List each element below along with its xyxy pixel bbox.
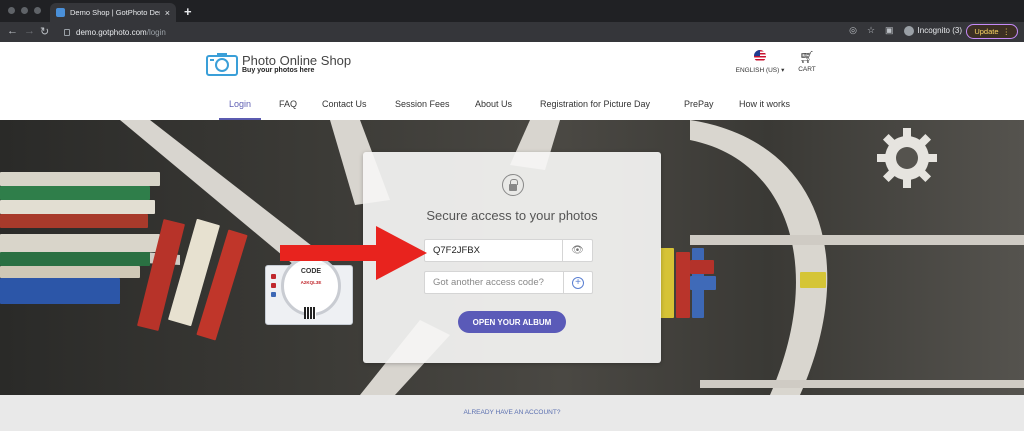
qr-code-icon: [304, 307, 316, 319]
favicon-icon: [56, 8, 65, 17]
login-heading: Secure access to your photos: [426, 208, 598, 223]
access-code-value[interactable]: Q7F2JFBX: [425, 245, 562, 256]
nav-item-registration[interactable]: Registration for Picture Day: [540, 99, 650, 120]
site-header: Photo Online Shop Buy your photos here E…: [0, 42, 1024, 120]
camera-logo-icon: [206, 53, 238, 76]
access-code-field[interactable]: Q7F2JFBX 👁︎: [424, 239, 593, 262]
nav-item-contact-us[interactable]: Contact Us: [322, 99, 367, 120]
us-flag-icon: [754, 50, 766, 62]
book: [676, 252, 690, 318]
browser-tab-bar: Demo Shop | GotPhoto Demo S × +: [0, 0, 1024, 22]
card-badge-icon: [271, 292, 276, 297]
red-arrow-annotation: [280, 226, 427, 280]
url-path: /login: [146, 27, 166, 37]
show-password-eye-icon[interactable]: 👁︎: [562, 240, 592, 261]
site-logo[interactable]: Photo Online Shop Buy your photos here: [206, 52, 351, 76]
book: [0, 200, 155, 214]
update-label: Update: [974, 27, 999, 36]
padlock-icon: [502, 174, 524, 196]
already-have-account-link[interactable]: ALREADY HAVE AN ACCOUNT?: [0, 409, 1024, 416]
cart-label: CART: [798, 66, 816, 73]
book: [0, 234, 160, 252]
url-host: demo.gotphoto.com: [76, 27, 147, 37]
book: [0, 252, 150, 266]
close-tab-icon[interactable]: ×: [165, 8, 170, 18]
browser-tab[interactable]: Demo Shop | GotPhoto Demo S ×: [50, 3, 176, 22]
sidebar-icon[interactable]: ▣: [885, 25, 894, 36]
open-album-button[interactable]: OPEN YOUR ALBUM: [458, 311, 566, 333]
back-arrow-icon[interactable]: ←: [7, 25, 18, 37]
incognito-avatar-icon: [903, 25, 914, 36]
nav-item-about-us[interactable]: About Us: [475, 99, 512, 120]
browser-toolbar: ← → ↻ demo.gotphoto.com/login ◎ ☆ ▣ Inco…: [0, 22, 1024, 42]
plus-circle-icon: +: [572, 276, 584, 289]
language-label: ENGLISH (US) ▾: [735, 67, 785, 74]
nav-item-login[interactable]: Login: [218, 99, 262, 120]
eye-slash-icon[interactable]: ◎: [849, 25, 857, 36]
lock-icon: [64, 29, 70, 36]
tab-title: Demo Shop | GotPhoto Demo S: [70, 8, 160, 17]
close-window-dot[interactable]: [8, 7, 15, 14]
card-badge-icon: [271, 283, 276, 288]
forward-arrow-icon[interactable]: →: [24, 25, 35, 37]
nav-item-how-it-works[interactable]: How it works: [739, 99, 790, 120]
incognito-indicator[interactable]: Incognito (3): [903, 25, 962, 36]
book: [0, 214, 148, 228]
update-button[interactable]: Update ⋮: [966, 24, 1018, 39]
logo-tagline: Buy your photos here: [242, 67, 315, 74]
url-text: demo.gotphoto.com/login: [76, 28, 166, 37]
minimize-window-dot[interactable]: [21, 7, 28, 14]
book: [690, 276, 716, 290]
logo-text: Photo Online Shop Buy your photos here: [242, 54, 351, 74]
book: [0, 172, 160, 186]
cart-link[interactable]: 🛒︎ CART: [795, 50, 819, 73]
incognito-label: Incognito (3): [917, 26, 962, 35]
toolbar-actions: ◎ ☆ ▣ Incognito (3): [849, 25, 962, 36]
book: [0, 266, 140, 278]
new-tab-icon[interactable]: +: [184, 4, 192, 19]
window-controls[interactable]: [8, 7, 41, 14]
add-code-button[interactable]: +: [563, 272, 592, 293]
maximize-window-dot[interactable]: [34, 7, 41, 14]
nav-item-session-fees[interactable]: Session Fees: [395, 99, 450, 120]
account-footer: ALREADY HAVE AN ACCOUNT?: [0, 395, 1024, 431]
bookmark-star-icon[interactable]: ☆: [867, 25, 875, 36]
book: [800, 272, 826, 288]
nav-item-faq[interactable]: FAQ: [279, 99, 297, 120]
book: [0, 186, 150, 200]
more-vert-icon: ⋮: [1002, 27, 1011, 36]
card-badge-icon: [271, 274, 276, 279]
book: [660, 248, 674, 318]
logo-title: Photo Online Shop: [242, 53, 352, 68]
another-code-field[interactable]: +: [424, 271, 593, 294]
another-code-input[interactable]: [425, 277, 563, 288]
language-selector[interactable]: ENGLISH (US) ▾: [730, 50, 790, 74]
book: [690, 260, 714, 274]
nav-item-prepay[interactable]: PrePay: [684, 99, 714, 120]
main-nav: Login FAQ Contact Us Session Fees About …: [0, 99, 1024, 120]
cart-icon: 🛒︎: [799, 50, 815, 64]
reload-icon[interactable]: ↻: [40, 25, 49, 38]
book: [0, 278, 120, 304]
address-bar[interactable]: demo.gotphoto.com/login: [58, 24, 848, 40]
